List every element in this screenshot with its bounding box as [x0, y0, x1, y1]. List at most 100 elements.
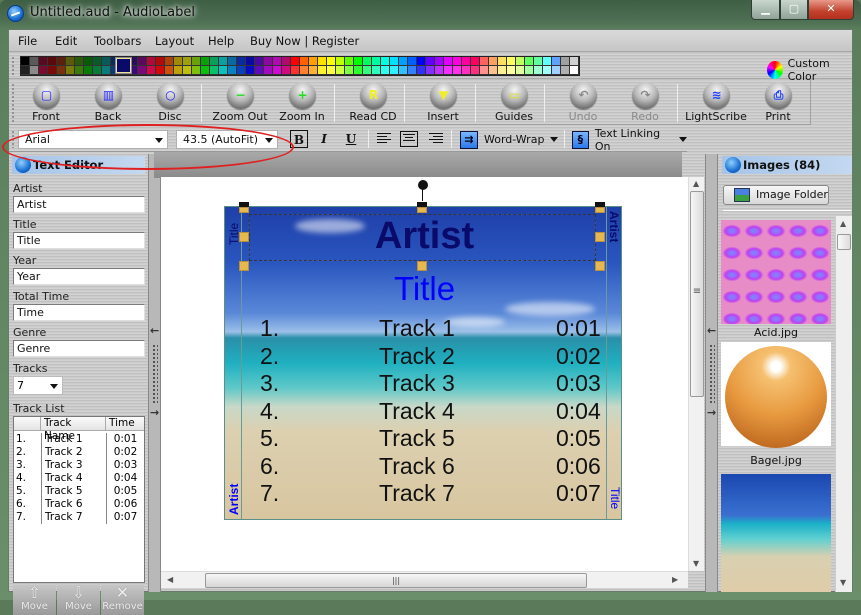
total-time-field[interactable]: Time: [13, 304, 145, 321]
back-button[interactable]: ▥ Back: [77, 80, 139, 125]
splitter-grip[interactable]: [152, 344, 158, 404]
label-track-line[interactable]: 5. Track 5 0:05: [225, 425, 621, 452]
image-thumbnail-bagel[interactable]: [721, 342, 831, 448]
insert-button[interactable]: ▼ Insert: [412, 80, 474, 125]
menu-help[interactable]: Help: [208, 34, 234, 48]
resize-handle[interactable]: [417, 207, 427, 213]
scroll-right-icon[interactable]: ▶: [672, 575, 678, 584]
color-swatch[interactable]: [57, 66, 66, 75]
move-up-button[interactable]: ⇧ Move: [13, 585, 56, 615]
color-swatch[interactable]: [363, 57, 372, 66]
lightscribe-button[interactable]: ≋ LightScribe: [685, 80, 747, 125]
color-swatch[interactable]: [417, 66, 426, 75]
font-size-select[interactable]: 43.5 (AutoFit): [176, 130, 278, 149]
color-swatch[interactable]: [102, 57, 111, 66]
table-row[interactable]: 7. Track 7 0:07: [14, 511, 144, 524]
color-swatch[interactable]: [309, 57, 318, 66]
color-swatch[interactable]: [201, 66, 210, 75]
underline-button[interactable]: U: [342, 130, 360, 148]
selected-color-swatch[interactable]: [115, 57, 132, 74]
color-swatch[interactable]: [444, 66, 453, 75]
spine-artist-left[interactable]: Artist: [227, 484, 241, 515]
color-swatch[interactable]: [336, 57, 345, 66]
color-swatch[interactable]: [255, 66, 264, 75]
color-swatch[interactable]: [534, 57, 543, 66]
text-linking-dropdown[interactable]: § Text Linking On: [572, 127, 687, 153]
color-swatch[interactable]: [516, 57, 525, 66]
color-swatch[interactable]: [381, 57, 390, 66]
color-swatch[interactable]: [498, 57, 507, 66]
color-swatch[interactable]: [561, 66, 570, 75]
color-swatch[interactable]: [471, 57, 480, 66]
color-swatch[interactable]: [552, 57, 561, 66]
color-swatch[interactable]: [345, 66, 354, 75]
color-swatch[interactable]: [282, 66, 291, 75]
color-swatch[interactable]: [507, 57, 516, 66]
color-swatch[interactable]: [399, 57, 408, 66]
label-track-line[interactable]: 6. Track 6 0:06: [225, 453, 621, 480]
color-swatch[interactable]: [327, 66, 336, 75]
color-swatch[interactable]: [84, 66, 93, 75]
align-center-icon[interactable]: [400, 131, 418, 147]
color-swatch[interactable]: [93, 66, 102, 75]
color-swatch[interactable]: [435, 57, 444, 66]
maximize-button[interactable]: ▢: [780, 0, 808, 20]
color-swatch[interactable]: [462, 57, 471, 66]
color-swatch[interactable]: [426, 57, 435, 66]
color-swatch[interactable]: [291, 66, 300, 75]
table-row[interactable]: 1. Track 1 0:01: [14, 433, 144, 446]
label-track-line[interactable]: 1. Track 1 0:01: [225, 315, 621, 342]
color-swatch[interactable]: [300, 57, 309, 66]
color-swatch[interactable]: [138, 57, 147, 66]
color-swatch[interactable]: [480, 57, 489, 66]
color-swatch[interactable]: [156, 66, 165, 75]
close-button[interactable]: ✕: [808, 0, 854, 20]
font-family-select[interactable]: Arial: [18, 130, 168, 149]
color-swatch[interactable]: [165, 57, 174, 66]
color-swatch[interactable]: [498, 66, 507, 75]
color-swatch[interactable]: [57, 57, 66, 66]
color-swatch[interactable]: [39, 66, 48, 75]
scroll-left-icon[interactable]: ◀: [167, 575, 173, 584]
color-swatch[interactable]: [462, 66, 471, 75]
canvas-vertical-scrollbar[interactable]: ▲ ≡ ▼: [688, 177, 704, 571]
color-swatch[interactable]: [174, 57, 183, 66]
color-swatch[interactable]: [543, 66, 552, 75]
resize-handle[interactable]: [239, 232, 249, 242]
menu-layout[interactable]: Layout: [155, 34, 194, 48]
color-swatch[interactable]: [93, 57, 102, 66]
color-swatch[interactable]: [246, 66, 255, 75]
read-cd-button[interactable]: R Read CD: [342, 80, 404, 125]
image-thumbnail-beach[interactable]: [721, 474, 831, 592]
image-folder-button[interactable]: Image Folder: [723, 185, 829, 205]
color-swatch[interactable]: [30, 57, 39, 66]
selection-box[interactable]: [249, 214, 596, 261]
color-swatch[interactable]: [570, 57, 579, 66]
color-swatch[interactable]: [390, 57, 399, 66]
color-swatch[interactable]: [318, 66, 327, 75]
label-title-text[interactable]: Title: [225, 270, 621, 308]
word-wrap-dropdown[interactable]: ⇉ Word-Wrap: [460, 129, 559, 150]
color-swatch[interactable]: [147, 57, 156, 66]
color-swatch[interactable]: [174, 66, 183, 75]
color-swatch[interactable]: [183, 57, 192, 66]
color-swatch[interactable]: [525, 66, 534, 75]
color-swatch[interactable]: [147, 66, 156, 75]
color-swatch[interactable]: [444, 57, 453, 66]
resize-handle[interactable]: [239, 261, 249, 271]
menu-file[interactable]: File: [18, 34, 37, 48]
print-button[interactable]: ⎙ Print: [747, 80, 809, 125]
color-swatch[interactable]: [408, 57, 417, 66]
color-swatch[interactable]: [372, 57, 381, 66]
genre-field[interactable]: Genre: [13, 340, 145, 357]
italic-button[interactable]: I: [315, 130, 333, 148]
color-swatch[interactable]: [480, 66, 489, 75]
scroll-up-icon[interactable]: ▲: [840, 219, 846, 228]
title-field[interactable]: Title: [13, 232, 145, 249]
right-splitter[interactable]: ← →: [705, 154, 718, 592]
color-swatch[interactable]: [21, 66, 30, 75]
tracks-count-select[interactable]: 7: [13, 376, 63, 395]
guides-button[interactable]: ▭ Guides: [483, 80, 545, 125]
left-splitter[interactable]: ← →: [148, 154, 161, 592]
color-swatch[interactable]: [273, 66, 282, 75]
